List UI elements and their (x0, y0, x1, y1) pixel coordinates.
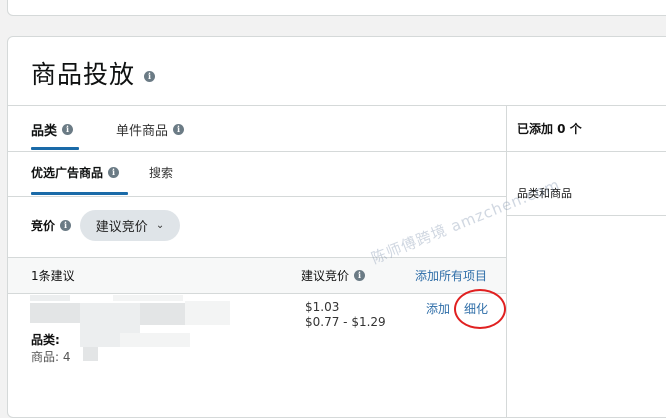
pixelated-product-image (30, 295, 70, 301)
title-row: 商品投放 i (31, 55, 156, 91)
added-count: 已添加 0 个 (517, 122, 582, 136)
tab-active-indicator (31, 147, 79, 150)
tab-search[interactable]: 搜索 (149, 164, 173, 181)
divider (8, 151, 506, 152)
product-targeting-card: 商品投放 i 品类 i 单件商品 i 优选广告商品 i 搜索 竞价 i 建议竞价… (7, 36, 666, 418)
divider (506, 215, 666, 216)
tab-category[interactable]: 品类 i (31, 120, 74, 139)
suggestion-list-header: 1条建议 建议竞价 i 添加所有项目 (8, 257, 506, 294)
info-icon[interactable]: i (144, 70, 156, 82)
divider (8, 196, 506, 197)
pixelated-product-image (120, 333, 190, 347)
divider (8, 257, 506, 258)
info-icon[interactable]: i (62, 124, 74, 135)
pixelated-product-image (83, 347, 98, 361)
suggested-bid-header: 建议竞价 i (301, 267, 366, 284)
pixelated-product-image (80, 303, 140, 333)
divider (8, 293, 506, 294)
pixelated-product-image (113, 295, 183, 301)
pixelated-product-image (185, 301, 230, 325)
bid-label: 竞价 i (31, 217, 72, 234)
tab-suggested-products-label: 优选广告商品 (31, 166, 104, 180)
tab-individual-products-label: 单件商品 (116, 124, 169, 139)
divider (8, 105, 666, 106)
bid-strategy-value: 建议竞价 (95, 220, 148, 235)
tab-category-label: 品类 (31, 124, 58, 139)
info-icon[interactable]: i (60, 220, 72, 231)
chevron-down-icon: ⌄ (155, 220, 165, 231)
page-title: 商品投放 (31, 60, 136, 89)
info-icon[interactable]: i (173, 124, 185, 135)
tab-suggested-products[interactable]: 优选广告商品 i (31, 164, 120, 181)
row-product-count: 商品: 4 (31, 350, 71, 364)
tab-search-label: 搜索 (149, 166, 174, 180)
pixelated-product-image (140, 303, 185, 325)
row-suggested-bid: $1.03 (305, 300, 340, 314)
add-link[interactable]: 添加 (426, 300, 450, 317)
bid-strategy-dropdown[interactable]: 建议竞价 ⌄ (80, 210, 180, 241)
row-category: 品类: (31, 333, 60, 347)
bid-label-text: 竞价 (31, 219, 56, 233)
suggestion-count: 1条建议 (31, 269, 75, 283)
watermark: 陈师傅跨境 amzchen.com (368, 175, 563, 268)
subtab-active-indicator (31, 192, 128, 195)
pixelated-product-image (30, 303, 80, 323)
info-icon[interactable]: i (108, 167, 120, 178)
pixelated-product-image (80, 333, 120, 347)
divider (506, 151, 666, 152)
info-icon[interactable]: i (354, 270, 366, 281)
add-all-link[interactable]: 添加所有项目 (415, 267, 487, 284)
suggested-bid-header-label: 建议竞价 (301, 269, 350, 283)
row-bid-range: $0.77 - $1.29 (305, 315, 386, 329)
tab-individual-products[interactable]: 单件商品 i (116, 120, 185, 139)
previous-section-card (7, 0, 666, 16)
highlight-circle (454, 289, 506, 329)
